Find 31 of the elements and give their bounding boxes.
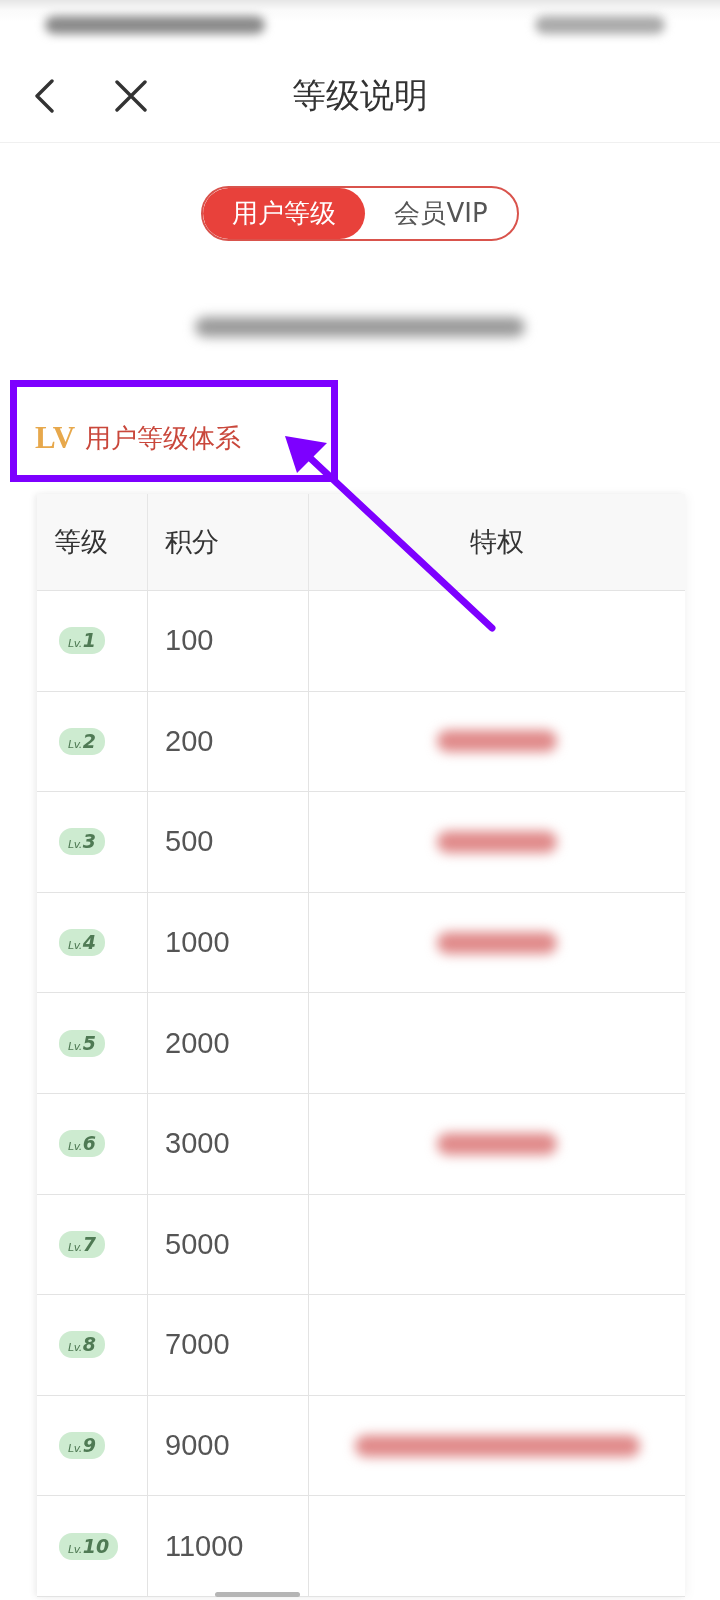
level-badge: Lv.8 (59, 1331, 105, 1359)
section-title: 用户等级体系 (85, 421, 242, 455)
close-button[interactable] (115, 80, 147, 112)
table-cell: 100 (148, 591, 309, 691)
column-header: 积分 (148, 494, 309, 590)
tab[interactable]: 会员VIP (365, 188, 517, 239)
level-badge: Lv.9 (59, 1432, 105, 1460)
column-header: 等级 (37, 494, 148, 590)
table-cell: 5000 (148, 1194, 309, 1295)
level-badge: Lv.3 (59, 828, 105, 856)
table-cell: 2000 (148, 993, 309, 1093)
table-cell: 200 (148, 691, 309, 792)
level-badge: Lv.6 (59, 1130, 105, 1158)
level-badge: Lv.4 (59, 929, 105, 957)
page-title: 等级说明 (292, 74, 428, 117)
table-cell: 1000 (148, 892, 309, 993)
table-cell: 7000 (148, 1295, 309, 1395)
table-cell: 500 (148, 792, 309, 892)
back-button[interactable] (33, 79, 55, 113)
level-badge: Lv.5 (59, 1029, 105, 1057)
chevron-left-icon (33, 79, 55, 113)
table-cell: 3000 (148, 1093, 309, 1194)
level-badge: Lv.2 (59, 727, 105, 755)
lv-label: LV (35, 420, 76, 456)
level-badge: Lv.10 (59, 1532, 119, 1560)
tab[interactable]: 用户等级 (203, 188, 365, 239)
table-cell: 9000 (148, 1395, 309, 1496)
column-header: 特权 (309, 494, 685, 590)
level-badge: Lv.7 (59, 1230, 105, 1258)
close-icon (115, 80, 147, 112)
level-badge: Lv.1 (59, 627, 105, 655)
